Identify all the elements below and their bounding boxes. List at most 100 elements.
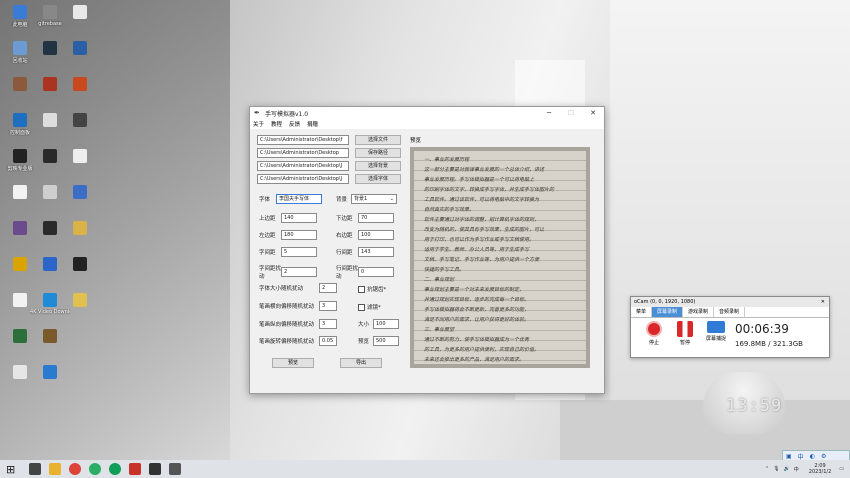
save-path-input[interactable]: C:\Users\Administrator\Desktop — [257, 148, 349, 158]
handwriting-line: 改变为随机的，使其具有手写效果，生成的图片，可以 — [424, 227, 545, 233]
perturb-input[interactable]: 3 — [319, 301, 337, 311]
ocam-stop-button[interactable]: 停止 — [641, 321, 667, 346]
perturb-input[interactable]: 0.05 — [319, 336, 337, 346]
tray-overflow-icon[interactable]: ⌃ — [765, 466, 769, 472]
desktop-icon[interactable] — [60, 41, 100, 57]
ocam-tab-game-record[interactable]: 游戏录制 — [683, 307, 715, 317]
ocam-title-bar[interactable]: oCam (0, 0, 1920, 1080) ✕ — [631, 297, 829, 307]
app-icon — [43, 41, 57, 55]
desktop-icon[interactable] — [60, 257, 100, 273]
close-button[interactable]: ✕ — [582, 109, 604, 117]
menu-about[interactable]: 关于 — [253, 120, 264, 128]
file-path-input[interactable]: C:\Users\Administrator\Desktop\f — [257, 135, 349, 145]
font-path-input[interactable]: C:\Users\Administrator\Desktop\J — [257, 174, 349, 184]
field-input[interactable]: 2 — [281, 267, 317, 277]
notification-icon[interactable]: ▭ — [839, 466, 844, 472]
desktop-icon[interactable] — [60, 113, 100, 129]
handwriting-line: 二、事业规划 — [424, 277, 455, 283]
ocam-tab-audio-record[interactable]: 音频录制 — [714, 307, 746, 317]
taskbar-app-icon[interactable] — [69, 463, 82, 475]
desktop-icon[interactable] — [60, 5, 100, 21]
app-icon — [73, 221, 87, 235]
background-path-input[interactable]: C:\Users\Administrator\Desktop\J — [257, 161, 349, 171]
desktop-icon[interactable] — [60, 149, 100, 165]
desktop-icon[interactable] — [60, 293, 100, 309]
perturb-input[interactable]: 2 — [319, 283, 337, 293]
chevron-down-icon: ⌄ — [389, 196, 394, 202]
ocam-tab-menu[interactable]: 菜单 — [631, 307, 653, 317]
field-row: 上边距 140 — [259, 213, 317, 223]
desktop-icon[interactable] — [60, 77, 100, 93]
app-icon — [73, 149, 87, 163]
select-background-button[interactable]: 选择背景 — [355, 161, 401, 171]
title-bar[interactable]: ✒ 手写模拟器v1.0 ─ ☐ ✕ — [250, 107, 604, 119]
select-file-button[interactable]: 选择文件 — [355, 135, 401, 145]
ocam-tab-screen-record[interactable]: 屏幕录制 — [652, 307, 684, 317]
taskbar-app-icon[interactable] — [129, 463, 142, 475]
taskbar-app-icon[interactable] — [169, 463, 182, 475]
perturb-row: 笔画旋转偏移随机扰动 0.05 — [259, 336, 337, 346]
field-input[interactable]: 143 — [358, 247, 394, 257]
preview-size-input[interactable]: 500 — [373, 336, 399, 346]
handwriting-simulator-window: ✒ 手写模拟器v1.0 ─ ☐ ✕ 关于 教程 反馈 捐赠 C:\Users\A… — [249, 106, 605, 394]
minimize-button[interactable]: ─ — [538, 109, 560, 117]
filter-checkbox[interactable] — [358, 303, 365, 311]
desktop-icon-label: 回收站 — [12, 58, 28, 64]
menu-tutorial[interactable]: 教程 — [271, 120, 282, 128]
taskbar-app-icon[interactable] — [29, 463, 42, 475]
field-input[interactable]: 180 — [281, 230, 317, 240]
taskbar-app-icon[interactable] — [49, 463, 62, 475]
background-select[interactable]: 背景1 ⌄ — [351, 194, 397, 204]
export-button[interactable]: 导出 — [340, 358, 382, 368]
perturb-row: 笔画纵向偏移随机扰动 3 — [259, 319, 337, 329]
speaker-clock: 13:59 — [726, 396, 783, 416]
app-icon — [73, 293, 87, 307]
field-row: 行间距扰动 0 — [336, 264, 394, 280]
field-input[interactable]: 70 — [358, 213, 394, 223]
preview-button[interactable]: 预览 — [272, 358, 314, 368]
field-input[interactable]: 0 — [358, 267, 394, 277]
antialias-checkbox[interactable] — [358, 285, 365, 293]
field-label: 上边距 — [259, 216, 276, 222]
maximize-button[interactable]: ☐ — [560, 109, 582, 117]
field-input[interactable]: 140 — [281, 213, 317, 223]
save-path-button[interactable]: 保存路径 — [355, 148, 401, 158]
microphone-icon[interactable]: 🎙 — [773, 466, 779, 472]
handwriting-line: 自然真实的手写效果。 — [424, 207, 475, 213]
taskbar-clock[interactable]: 2:09 2023/1/2 — [809, 463, 831, 475]
perturb-input[interactable]: 3 — [319, 319, 337, 329]
taskbar-app-icon[interactable] — [89, 463, 102, 475]
field-input[interactable]: 5 — [281, 247, 317, 257]
menu-feedback[interactable]: 反馈 — [289, 120, 300, 128]
ime-settings-icon[interactable]: ⚙ — [821, 453, 826, 460]
font-select[interactable]: 李国夫手写体 — [276, 194, 322, 204]
select-font-button[interactable]: 选择字体 — [355, 174, 401, 184]
ocam-stop-label: 停止 — [648, 340, 659, 346]
ocam-close-icon[interactable]: ✕ — [821, 299, 825, 305]
taskbar-app-icon[interactable] — [149, 463, 162, 475]
app-icon — [73, 185, 87, 199]
size-input[interactable]: 100 — [373, 319, 399, 329]
perturb-row: 字体大小随机扰动 2 — [259, 283, 337, 293]
desktop-icon[interactable] — [60, 185, 100, 201]
start-button[interactable]: ⊞ — [6, 463, 15, 476]
ocam-pause-button[interactable]: 暂停 — [672, 321, 698, 346]
desktop-icon[interactable] — [30, 365, 70, 381]
handwriting-line: 事业发展历程。手写体模拟器是一个可以将电脑上 — [424, 177, 535, 183]
field-label: 行间距 — [336, 250, 353, 256]
ime-punct-icon[interactable]: ◐ — [810, 453, 815, 460]
handwriting-line: 文档、手写笔记、手写作业等，为用户提供一个方便 — [424, 257, 540, 263]
app-icon — [43, 293, 57, 307]
desktop-icon[interactable] — [60, 221, 100, 237]
menu-donate[interactable]: 捐赠 — [307, 120, 318, 128]
app-icon — [73, 77, 87, 91]
taskbar-app-icon[interactable] — [109, 463, 122, 475]
field-row: 左边距 180 — [259, 230, 317, 240]
field-input[interactable]: 100 — [358, 230, 394, 240]
tray-ime[interactable]: 中 — [794, 466, 799, 473]
ocam-elapsed-time: 00:06:39 — [735, 322, 789, 336]
ocam-capture-button[interactable]: 屏幕捕捉 — [703, 321, 729, 342]
handwriting-line: 软件主要通过对字体的调整，把计算机字体的规则， — [424, 217, 540, 223]
desktop-icon[interactable] — [30, 329, 70, 345]
volume-icon[interactable]: 🔊 — [784, 466, 790, 472]
